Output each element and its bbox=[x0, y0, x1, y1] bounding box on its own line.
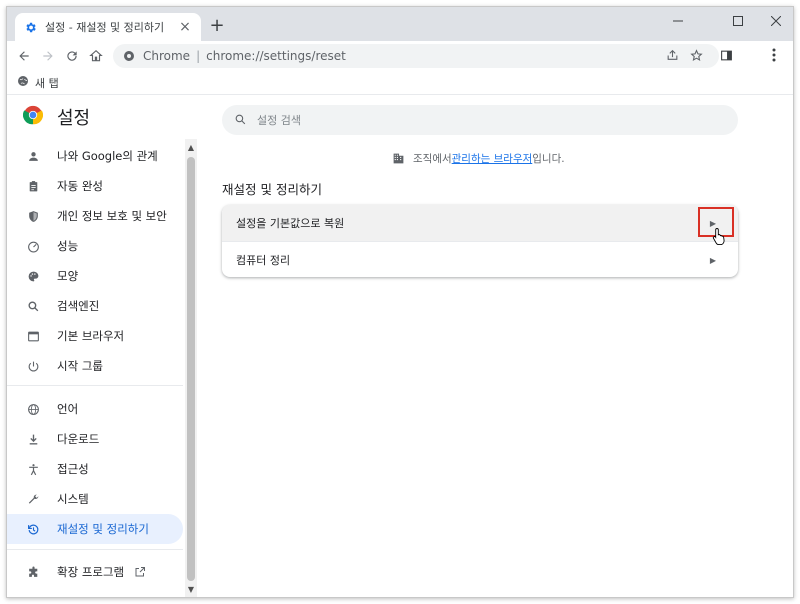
sidebar-item-extensions[interactable]: 확장 프로그램 bbox=[7, 557, 183, 587]
sidebar-item-label: 자동 완성 bbox=[57, 179, 103, 193]
cleanup-computer-row[interactable]: 컴퓨터 정리 ▶ bbox=[222, 242, 738, 277]
sidebar-item-you-and-google[interactable]: 나와 Google의 관계 bbox=[7, 141, 183, 171]
sidebar-item-label: 나와 Google의 관계 bbox=[57, 149, 158, 163]
managed-prefix: 조직에서 bbox=[413, 153, 452, 165]
chrome-site-icon bbox=[123, 47, 135, 66]
back-button[interactable] bbox=[13, 45, 35, 67]
sidebar-item-appearance[interactable]: 모양 bbox=[7, 261, 183, 291]
scroll-up-arrow-icon[interactable]: ▲ bbox=[185, 141, 197, 153]
managed-notice: 조직에서 관리하는 브라우저 입니다. bbox=[392, 151, 565, 166]
sidebar-divider bbox=[7, 385, 183, 386]
globe-icon bbox=[25, 401, 41, 417]
sidebar-scrollbar[interactable]: ▲ ▼ bbox=[185, 139, 197, 597]
puzzle-icon bbox=[25, 564, 41, 580]
settings-search[interactable]: 설정 검색 bbox=[222, 105, 738, 135]
sidebar-item-reset[interactable]: 재설정 및 정리하기 bbox=[7, 514, 183, 544]
bookmarks-bar: 새 탭 bbox=[7, 71, 793, 95]
tab-strip: 설정 - 재설정 및 정리하기 × + bbox=[7, 7, 793, 41]
building-icon bbox=[392, 152, 405, 165]
shield-icon bbox=[25, 208, 41, 224]
settings-header: 설정 설정 검색 bbox=[7, 95, 793, 139]
clipboard-icon bbox=[25, 178, 41, 194]
search-icon bbox=[25, 298, 41, 314]
sidebar-item-performance[interactable]: 성능 bbox=[7, 231, 183, 261]
home-button[interactable] bbox=[85, 45, 107, 67]
chevron-right-icon[interactable]: ▶ bbox=[706, 242, 720, 277]
accessibility-icon bbox=[25, 461, 41, 477]
section-title: 재설정 및 정리하기 bbox=[222, 182, 322, 197]
close-window-button[interactable] bbox=[759, 9, 793, 33]
wrench-icon bbox=[25, 491, 41, 507]
sidebar-item-label: 확장 프로그램 bbox=[57, 565, 125, 579]
minimize-button[interactable] bbox=[661, 9, 695, 33]
sidebar-item-system[interactable]: 시스템 bbox=[7, 484, 183, 514]
tab-title: 설정 - 재설정 및 정리하기 bbox=[45, 21, 165, 34]
row-label: 컴퓨터 정리 bbox=[236, 254, 291, 267]
side-panel-icon[interactable] bbox=[715, 44, 737, 66]
reset-settings-card: 설정을 기본값으로 복원 ▶ 컴퓨터 정리 ▶ bbox=[222, 205, 738, 277]
sidebar-item-label: 성능 bbox=[57, 239, 79, 253]
tab-settings[interactable]: 설정 - 재설정 및 정리하기 × bbox=[15, 13, 201, 41]
download-icon bbox=[25, 431, 41, 447]
sidebar-item-label: 기본 브라우저 bbox=[57, 329, 125, 343]
settings-main: 조직에서 관리하는 브라우저 입니다. 재설정 및 정리하기 설정을 기본값으로… bbox=[222, 139, 738, 597]
browser-icon bbox=[25, 328, 41, 344]
managed-browser-link[interactable]: 관리하는 브라우저 bbox=[452, 151, 533, 166]
sidebar-item-label: 재설정 및 정리하기 bbox=[57, 522, 149, 536]
toolbar: Chrome | chrome://settings/reset bbox=[7, 41, 793, 71]
search-icon bbox=[234, 111, 247, 130]
bookmark-star-icon[interactable] bbox=[685, 44, 707, 66]
forward-button[interactable] bbox=[37, 45, 59, 67]
bookmark-new-tab[interactable]: 새 탭 bbox=[17, 75, 59, 91]
open-external-icon bbox=[134, 566, 146, 578]
speedometer-icon bbox=[25, 238, 41, 254]
sidebar-item-label: 시작 그룹 bbox=[57, 359, 103, 373]
search-placeholder: 설정 검색 bbox=[257, 114, 301, 127]
power-icon bbox=[25, 358, 41, 374]
chrome-logo-icon bbox=[22, 105, 44, 125]
sidebar-item-label: 시스템 bbox=[57, 492, 89, 506]
browser-window: 설정 - 재설정 및 정리하기 × + Chrome | chrome://se… bbox=[6, 6, 794, 598]
sidebar-item-search-engine[interactable]: 검색엔진 bbox=[7, 291, 183, 321]
sidebar-item-label: 언어 bbox=[57, 402, 79, 416]
url-separator: | bbox=[196, 49, 201, 63]
share-icon[interactable] bbox=[661, 44, 683, 66]
sidebar-item-label: 접근성 bbox=[57, 462, 89, 476]
sidebar-item-privacy[interactable]: 개인 정보 보호 및 보안 bbox=[7, 201, 183, 231]
sidebar-item-autofill[interactable]: 자동 완성 bbox=[7, 171, 183, 201]
settings-gear-icon bbox=[23, 20, 37, 34]
site-label: Chrome bbox=[143, 49, 191, 63]
sidebar-item-languages[interactable]: 언어 bbox=[7, 394, 183, 424]
hand-cursor-icon bbox=[712, 227, 726, 246]
scroll-down-arrow-icon[interactable]: ▼ bbox=[185, 583, 197, 595]
new-tab-button[interactable]: + bbox=[207, 17, 227, 37]
sidebar-item-accessibility[interactable]: 접근성 bbox=[7, 454, 183, 484]
sidebar-item-label: 다운로드 bbox=[57, 432, 100, 446]
sidebar-item-label: 개인 정보 보호 및 보안 bbox=[57, 209, 167, 223]
page-title: 설정 bbox=[57, 108, 91, 129]
sidebar-item-label: 모양 bbox=[57, 269, 79, 283]
settings-sidebar: 나와 Google의 관계 자동 완성 개인 정보 보호 및 보안 성능 모양 … bbox=[7, 139, 197, 597]
restore-defaults-row[interactable]: 설정을 기본값으로 복원 ▶ bbox=[222, 205, 738, 241]
palette-icon bbox=[25, 268, 41, 284]
person-icon bbox=[25, 148, 41, 164]
reload-button[interactable] bbox=[61, 45, 83, 67]
sidebar-item-downloads[interactable]: 다운로드 bbox=[7, 424, 183, 454]
tab-close-button[interactable]: × bbox=[177, 19, 193, 35]
reset-icon bbox=[25, 521, 41, 537]
settings-page: 설정 설정 검색 나와 Google의 관계 자동 완성 개인 정보 보호 및 … bbox=[7, 95, 793, 597]
maximize-button[interactable] bbox=[721, 9, 755, 33]
globe-icon bbox=[17, 75, 29, 90]
row-label: 설정을 기본값으로 복원 bbox=[236, 217, 345, 230]
bookmark-label: 새 탭 bbox=[35, 76, 59, 90]
sidebar-item-on-startup[interactable]: 시작 그룹 bbox=[7, 351, 183, 381]
managed-suffix: 입니다. bbox=[532, 153, 565, 165]
sidebar-item-default-browser[interactable]: 기본 브라우저 bbox=[7, 321, 183, 351]
menu-kebab-icon[interactable] bbox=[763, 44, 785, 66]
address-bar[interactable]: Chrome | chrome://settings/reset bbox=[113, 44, 719, 68]
sidebar-item-label: 검색엔진 bbox=[57, 299, 100, 313]
sidebar-divider bbox=[7, 549, 183, 550]
url-text[interactable]: chrome://settings/reset bbox=[206, 49, 346, 63]
scroll-thumb[interactable] bbox=[187, 157, 195, 581]
